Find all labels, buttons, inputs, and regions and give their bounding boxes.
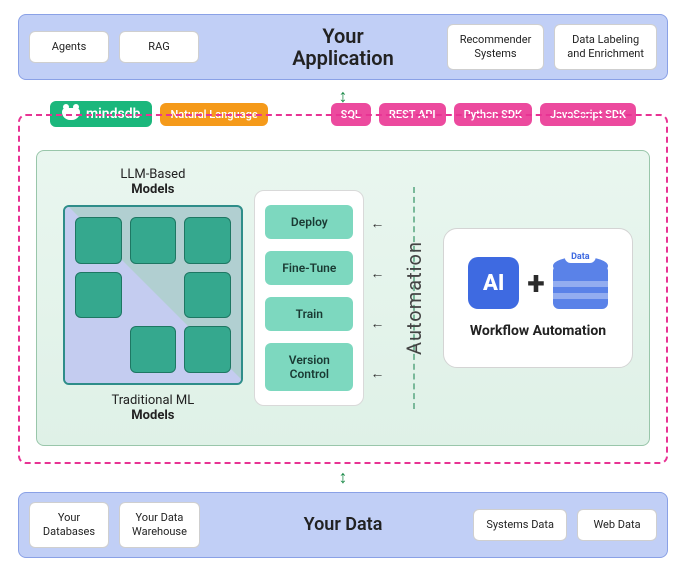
automation-label: Automation bbox=[402, 241, 426, 355]
platform-frame: LLM-Based Models Traditional ML Models D… bbox=[18, 114, 668, 464]
automation-divider: Automation bbox=[386, 167, 443, 429]
arrow-left-icon: ← bbox=[370, 365, 384, 382]
arrow-left-icon: ← bbox=[370, 215, 384, 232]
arrow-left-icon: ← bbox=[370, 265, 384, 282]
arrow-left-icon: ← bbox=[370, 315, 384, 332]
link-arrow-top: ↕ bbox=[339, 86, 348, 107]
ops-card: Deploy Fine-Tune Train Version Control bbox=[254, 190, 364, 406]
data-tag: Data bbox=[565, 251, 596, 263]
op-finetune: Fine-Tune bbox=[265, 251, 353, 285]
ai-badge-icon: AI bbox=[468, 257, 519, 309]
models-subheading: Traditional ML Models bbox=[111, 393, 194, 423]
ops-column: Deploy Fine-Tune Train Version Control ←… bbox=[253, 167, 386, 429]
app-chip-recommender: RecommenderSystems bbox=[447, 24, 545, 70]
app-chip-labeling: Data Labelingand Enrichment bbox=[554, 24, 657, 70]
data-chip-warehouse: Your DataWarehouse bbox=[119, 502, 200, 548]
op-version-control: Version Control bbox=[265, 343, 353, 391]
models-column: LLM-Based Models Traditional ML Models bbox=[53, 167, 253, 429]
models-heading-bold: Models bbox=[131, 182, 174, 197]
models-heading-prefix: LLM-Based bbox=[120, 167, 185, 182]
data-chip-web: Web Data bbox=[577, 509, 657, 541]
models-sub-prefix: Traditional ML bbox=[111, 393, 194, 408]
plus-icon: + bbox=[527, 264, 544, 302]
data-band-title: Your Data bbox=[304, 515, 383, 535]
app-band-title: YourApplication bbox=[292, 25, 394, 69]
data-chip-systems: Systems Data bbox=[473, 509, 567, 541]
app-chip-agents: Agents bbox=[29, 31, 109, 63]
models-sub-bold: Models bbox=[131, 408, 174, 423]
link-arrow-bottom: ↕ bbox=[339, 467, 348, 488]
platform-inner: LLM-Based Models Traditional ML Models D… bbox=[36, 150, 650, 446]
op-train: Train bbox=[265, 297, 353, 331]
op-deploy: Deploy bbox=[265, 205, 353, 239]
workflow-column: AI + Data Workflow Automation bbox=[443, 167, 633, 429]
workflow-title: Workflow Automation bbox=[468, 323, 608, 339]
application-band: Agents RAG YourApplication RecommenderSy… bbox=[18, 14, 668, 80]
data-chip-databases: YourDatabases bbox=[29, 502, 109, 548]
models-heading: LLM-Based Models bbox=[120, 167, 185, 197]
models-grid-icon bbox=[63, 205, 243, 385]
app-chip-rag: RAG bbox=[119, 31, 199, 63]
ops-arrows: ← ← ← ← bbox=[370, 198, 384, 398]
data-band: YourDatabases Your DataWarehouse Your Da… bbox=[18, 492, 668, 558]
workflow-card: AI + Data Workflow Automation bbox=[443, 228, 633, 368]
database-icon: Data bbox=[553, 257, 608, 309]
